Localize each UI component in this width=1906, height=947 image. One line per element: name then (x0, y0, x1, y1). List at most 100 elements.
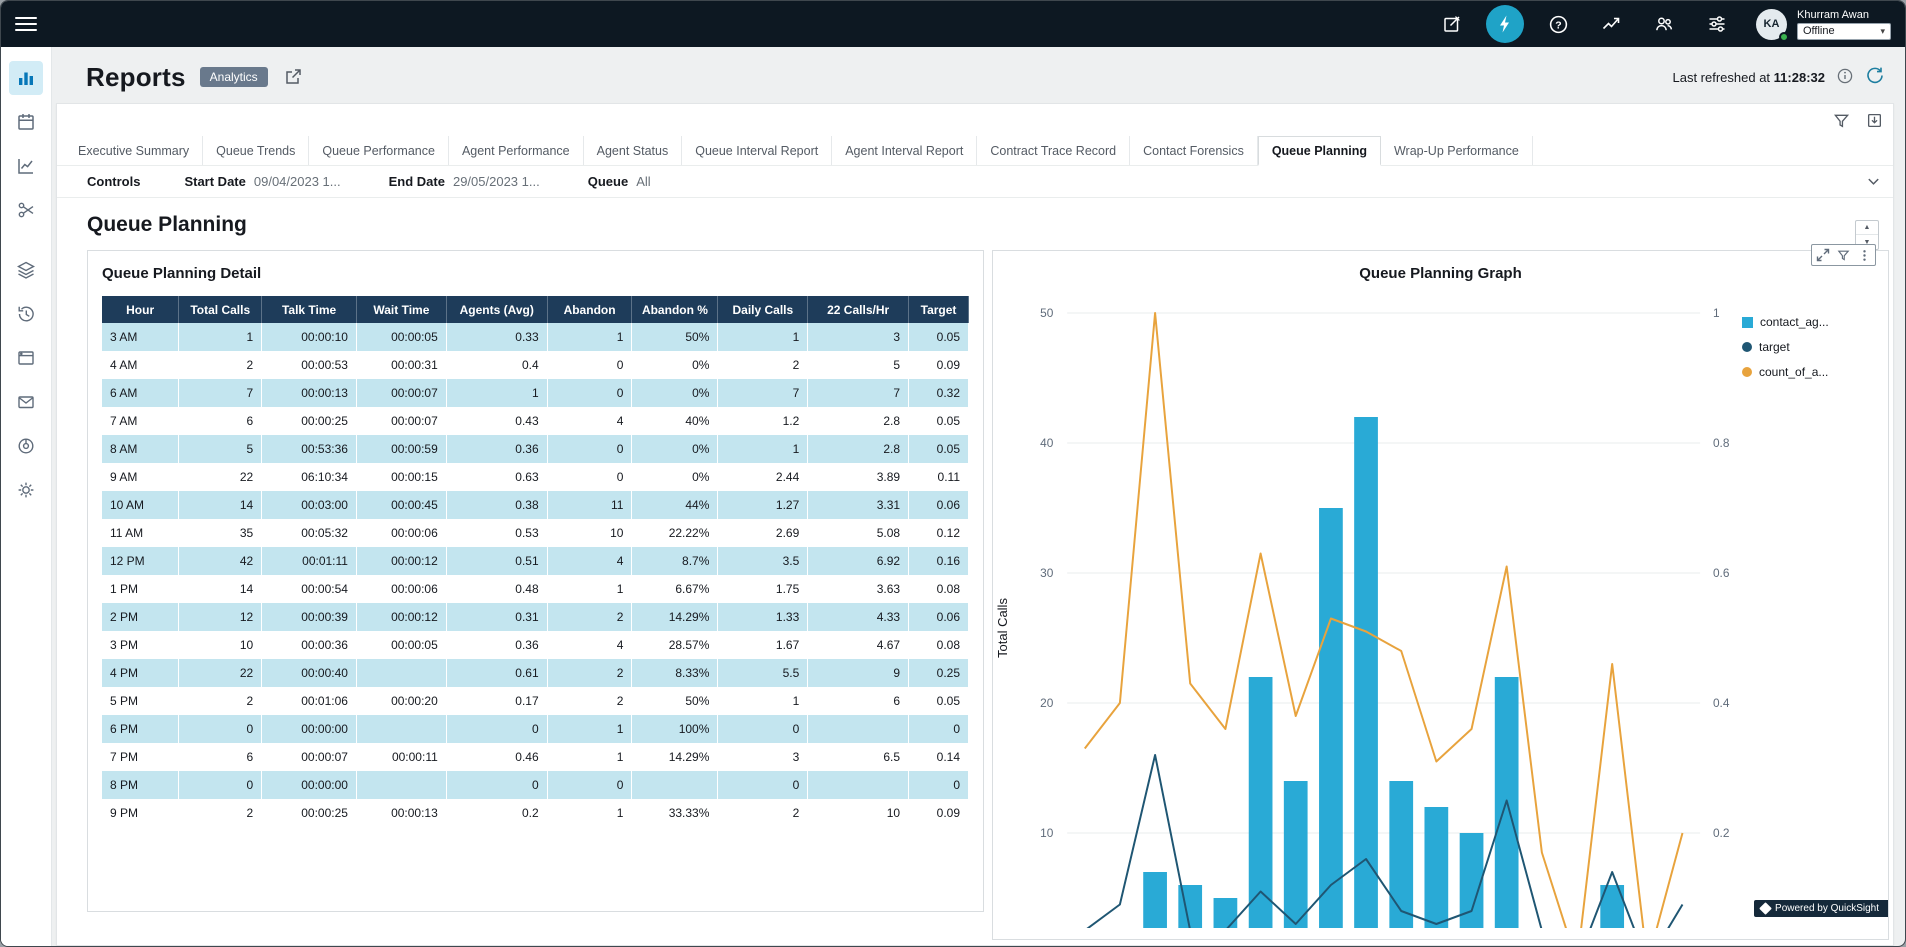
bar[interactable] (1284, 781, 1308, 928)
control-end-date[interactable]: End Date29/05/2023 1... (389, 174, 540, 189)
table-panel-title: Queue Planning Detail (102, 265, 969, 282)
cell: 0.06 (909, 491, 969, 519)
cell: 7 (808, 379, 909, 407)
analytics-badge: Analytics (200, 67, 268, 87)
bar[interactable] (1249, 677, 1273, 928)
powered-by-label: Powered by QuickSight (1775, 903, 1879, 914)
sidebar-item-donut-chart[interactable] (9, 429, 43, 463)
sidebar-item-history[interactable] (9, 297, 43, 331)
column-header[interactable]: Daily Calls (718, 296, 808, 323)
sidebar-item-scissors[interactable] (9, 193, 43, 227)
legend-item-contact-ag[interactable]: contact_ag... (1742, 315, 1880, 329)
column-header[interactable]: Abandon (547, 296, 632, 323)
powered-by-quicksight-badge[interactable]: Powered by QuickSight (1754, 900, 1888, 917)
compose-icon[interactable] (1433, 5, 1471, 43)
sliders-icon[interactable] (1698, 5, 1736, 43)
line-series-target[interactable] (1085, 755, 1683, 928)
kebab-menu-icon[interactable] (1854, 245, 1875, 265)
cell: 5 PM (102, 687, 179, 715)
refresh-icon[interactable] (1865, 66, 1884, 88)
column-header[interactable]: Wait Time (356, 296, 446, 323)
tab-queue-trends[interactable]: Queue Trends (203, 136, 309, 165)
cell: 0.08 (909, 631, 969, 659)
cell: 06:10:34 (262, 463, 357, 491)
users-icon[interactable] (1645, 5, 1683, 43)
help-icon[interactable]: ? (1539, 5, 1577, 43)
cell: 0.38 (446, 491, 547, 519)
hamburger-menu-icon[interactable] (15, 13, 37, 35)
column-header[interactable]: Agents (Avg) (446, 296, 547, 323)
sidebar-item-gear[interactable] (9, 473, 43, 507)
column-header[interactable]: Abandon % (632, 296, 718, 323)
cell: 1 (718, 435, 808, 463)
sidebar-item-layers[interactable] (9, 253, 43, 287)
bar[interactable] (1319, 508, 1343, 928)
column-header[interactable]: Hour (102, 296, 179, 323)
tab-contact-forensics[interactable]: Contact Forensics (1130, 136, 1258, 165)
cell: 6 (179, 407, 262, 435)
table-row: 12 PM4200:01:1100:00:120.5148.7%3.56.920… (102, 547, 969, 575)
lightning-icon[interactable] (1486, 5, 1524, 43)
tab-queue-planning[interactable]: Queue Planning (1258, 136, 1381, 166)
bar[interactable] (1389, 781, 1413, 928)
legend-label: contact_ag... (1760, 315, 1829, 329)
cell (808, 715, 909, 743)
cell: 4 PM (102, 659, 179, 687)
tab-wrap-up-performance[interactable]: Wrap-Up Performance (1381, 136, 1533, 165)
scroll-up-button[interactable]: ▲ (1856, 221, 1878, 235)
tab-queue-interval-report[interactable]: Queue Interval Report (682, 136, 832, 165)
sidebar-item-browser-window[interactable] (9, 341, 43, 375)
cell: 0.05 (909, 687, 969, 715)
expand-icon[interactable] (1812, 245, 1833, 265)
table-row: 3 PM1000:00:3600:00:050.36428.57%1.674.6… (102, 631, 969, 659)
column-header[interactable]: Total Calls (179, 296, 262, 323)
bar[interactable] (1354, 417, 1378, 928)
sidebar-item-bar-chart[interactable] (9, 61, 43, 95)
table-row: 8 PM000:00:000000 (102, 771, 969, 799)
cell: 0.09 (909, 799, 969, 827)
chart-area[interactable]: 10203040500.20.40.60.81Total Calls (993, 288, 1888, 928)
trend-icon[interactable] (1592, 5, 1630, 43)
column-header[interactable]: 22 Calls/Hr (808, 296, 909, 323)
control-queue[interactable]: QueueAll (588, 174, 651, 189)
table-row: 4 AM200:00:5300:00:310.400%250.09 (102, 351, 969, 379)
left-axis-tick: 50 (1040, 306, 1054, 320)
cell: 00:00:05 (356, 323, 446, 351)
status-select[interactable]: Offline ▾ (1797, 23, 1891, 40)
legend-item-count-of-a[interactable]: count_of_a... (1742, 365, 1880, 379)
tab-agent-status[interactable]: Agent Status (584, 136, 683, 165)
external-link-icon[interactable] (284, 68, 302, 86)
cell: 3.31 (808, 491, 909, 519)
bar-chart-icon (16, 68, 36, 88)
tab-queue-performance[interactable]: Queue Performance (309, 136, 449, 165)
tab-agent-performance[interactable]: Agent Performance (449, 136, 584, 165)
sidebar-item-calendar[interactable] (9, 105, 43, 139)
export-icon[interactable] (1866, 112, 1883, 134)
legend-item-target[interactable]: target (1742, 340, 1880, 354)
queue-planning-table[interactable]: HourTotal CallsTalk TimeWait TimeAgents … (102, 296, 969, 827)
cell: 0.4 (446, 351, 547, 379)
cell: 8 AM (102, 435, 179, 463)
table-row: 4 PM2200:00:400.6128.33%5.590.25 (102, 659, 969, 687)
cell: 2.8 (808, 407, 909, 435)
cell: 5 (179, 435, 262, 463)
sidebar-item-line-chart[interactable] (9, 149, 43, 183)
cell: 4 AM (102, 351, 179, 379)
bar[interactable] (1424, 807, 1448, 928)
line-series-count-of-a[interactable] (1085, 313, 1683, 928)
collapse-controls-chevron-icon[interactable] (1866, 174, 1881, 192)
bar[interactable] (1214, 898, 1238, 928)
tab-executive-summary[interactable]: Executive Summary (65, 136, 203, 165)
filter-icon[interactable] (1833, 112, 1850, 134)
cell: 00:00:13 (356, 799, 446, 827)
combo-chart[interactable]: 10203040500.20.40.60.81Total Calls (993, 288, 1888, 928)
sidebar-item-mail[interactable] (9, 385, 43, 419)
bar[interactable] (1143, 872, 1167, 928)
control-start-date[interactable]: Start Date09/04/2023 1... (184, 174, 340, 189)
info-icon[interactable] (1837, 68, 1853, 87)
column-header[interactable]: Target (909, 296, 969, 323)
column-header[interactable]: Talk Time (262, 296, 357, 323)
filter-icon[interactable] (1833, 245, 1854, 265)
tab-agent-interval-report[interactable]: Agent Interval Report (832, 136, 977, 165)
tab-contract-trace-record[interactable]: Contract Trace Record (977, 136, 1130, 165)
